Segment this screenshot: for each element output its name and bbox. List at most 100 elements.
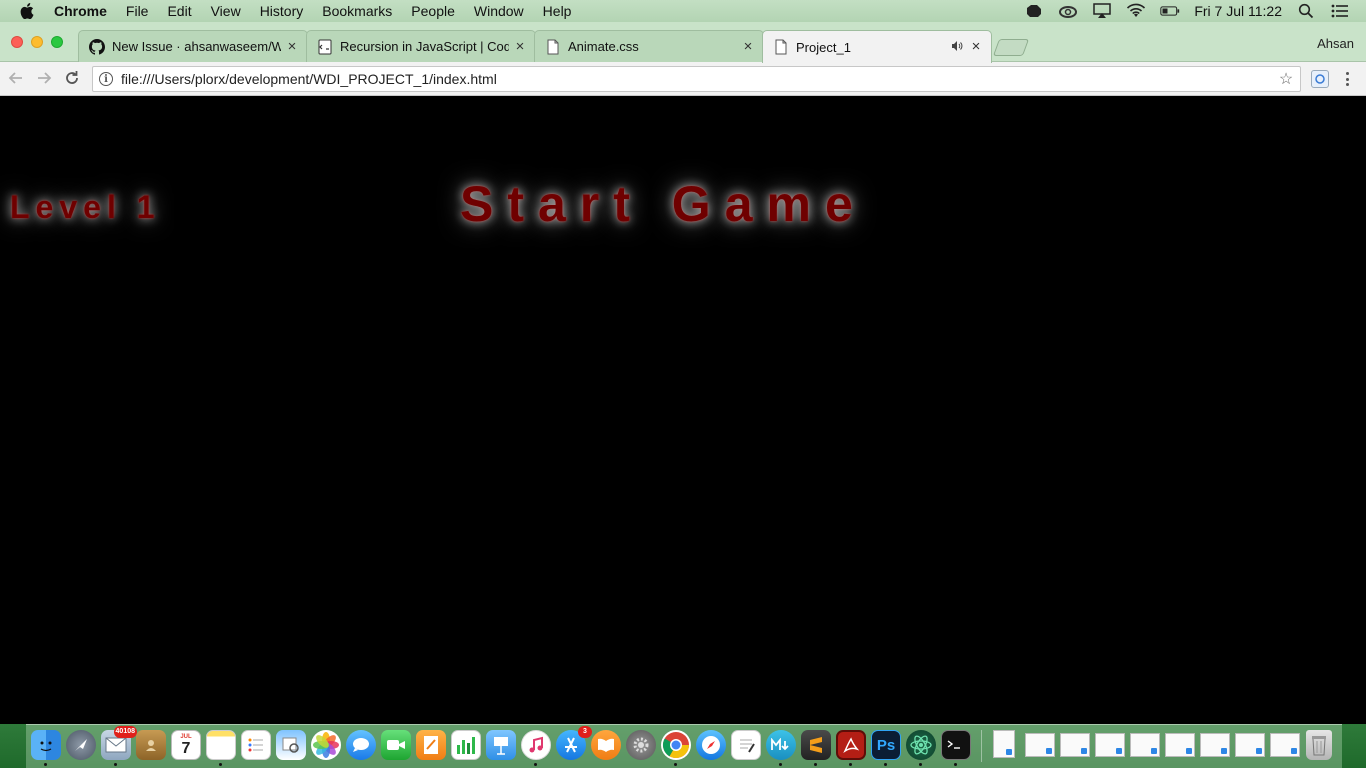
tab-close-icon[interactable]: ×: [741, 38, 755, 55]
screenshot-thumbnail-icon[interactable]: [1270, 733, 1300, 757]
info-icon[interactable]: i: [99, 72, 113, 86]
document-icon: [773, 39, 789, 55]
reminders-icon[interactable]: [241, 730, 271, 760]
messages-icon[interactable]: [346, 730, 376, 760]
menu-app-chrome[interactable]: Chrome: [54, 3, 107, 19]
screenshot-thumbnail-icon[interactable]: [1060, 733, 1090, 757]
screenshot-thumbnail-icon[interactable]: [1025, 733, 1055, 757]
acrobat-icon[interactable]: [836, 730, 866, 760]
photos-icon[interactable]: [311, 730, 341, 760]
wifi-icon[interactable]: [1126, 3, 1146, 18]
keynote-icon[interactable]: [486, 730, 516, 760]
photoshop-icon[interactable]: Ps: [871, 730, 901, 760]
speaker-icon[interactable]: [951, 40, 965, 54]
numbers-icon[interactable]: [451, 730, 481, 760]
window-minimize-button[interactable]: [31, 36, 43, 48]
menu-bar: Chrome File Edit View History Bookmarks …: [0, 0, 1366, 22]
screenshot-thumbnail-icon[interactable]: [1165, 733, 1195, 757]
screenshot-thumbnail-icon[interactable]: [1095, 733, 1125, 757]
mail-badge: 40108: [113, 726, 137, 738]
running-indicator: [849, 763, 852, 766]
launchpad-icon[interactable]: [66, 730, 96, 760]
safari-icon[interactable]: [696, 730, 726, 760]
system-preferences-icon[interactable]: [626, 730, 656, 760]
running-indicator: [954, 763, 957, 766]
reload-icon[interactable]: [62, 68, 82, 88]
profile-button[interactable]: Ahsan: [1317, 36, 1354, 51]
notes-icon[interactable]: [206, 730, 236, 760]
textedit-icon[interactable]: [731, 730, 761, 760]
finder-icon[interactable]: [31, 730, 61, 760]
new-tab-button[interactable]: [992, 39, 1030, 56]
pages-icon[interactable]: [416, 730, 446, 760]
window-close-button[interactable]: [11, 36, 23, 48]
url-text[interactable]: file:///Users/plorx/development/WDI_PROJ…: [121, 71, 1276, 87]
preview-icon[interactable]: [276, 730, 306, 760]
creative-cloud-icon[interactable]: [1058, 4, 1078, 18]
facetime-icon[interactable]: [381, 730, 411, 760]
menubar-clock[interactable]: Fri 7 Jul 11:22: [1194, 3, 1282, 19]
menu-people[interactable]: People: [411, 3, 455, 19]
tab-close-icon[interactable]: ×: [513, 38, 527, 55]
dock: 40108 JUL 7 3 Ps: [0, 724, 1366, 768]
battery-icon[interactable]: [1160, 4, 1180, 18]
running-indicator: [44, 763, 47, 766]
terminal-icon[interactable]: [941, 730, 971, 760]
bookmark-star-icon[interactable]: ☆: [1276, 69, 1296, 89]
menu-view[interactable]: View: [211, 3, 241, 19]
chrome-icon[interactable]: [661, 730, 691, 760]
tab-strip: New Issue · ahsanwaseem/WD × Recursion i…: [0, 22, 1366, 63]
running-indicator: [779, 763, 782, 766]
document-icon[interactable]: [993, 730, 1015, 758]
running-indicator: [919, 763, 922, 766]
document-icon: [545, 39, 561, 55]
appstore-icon[interactable]: 3: [556, 726, 592, 760]
menu-window[interactable]: Window: [474, 3, 524, 19]
contacts-icon[interactable]: [136, 730, 166, 760]
tab-title: Recursion in JavaScript | Code: [340, 39, 509, 54]
tab-title: Project_1: [796, 39, 851, 55]
menu-edit[interactable]: Edit: [167, 3, 191, 19]
tab-close-icon[interactable]: ×: [969, 38, 983, 55]
tab-recursion[interactable]: Recursion in JavaScript | Code ×: [306, 30, 536, 62]
itunes-icon[interactable]: [521, 730, 551, 760]
calendar-icon[interactable]: JUL 7: [171, 730, 201, 760]
tab-project-1[interactable]: Project_1 ×: [762, 30, 992, 63]
spotlight-search-icon[interactable]: [1296, 3, 1316, 19]
running-indicator: [114, 763, 117, 766]
notification-center-icon[interactable]: [1330, 4, 1350, 18]
markdown-icon[interactable]: [766, 730, 796, 760]
tab-new-issue[interactable]: New Issue · ahsanwaseem/WD ×: [78, 30, 308, 62]
atom-icon[interactable]: [906, 730, 936, 760]
evernote-icon[interactable]: [1024, 4, 1044, 18]
apple-icon[interactable]: [20, 3, 38, 19]
window-zoom-button[interactable]: [51, 36, 63, 48]
sublime-text-icon[interactable]: [801, 730, 831, 760]
tab-animate-css[interactable]: Animate.css ×: [534, 30, 764, 62]
menu-bookmarks[interactable]: Bookmarks: [322, 3, 392, 19]
start-game-button[interactable]: Start Game: [460, 175, 867, 233]
screenshot-thumbnail-icon[interactable]: [1130, 733, 1160, 757]
trash-icon[interactable]: [1306, 730, 1332, 760]
page-viewport: Level 1 Start Game: [0, 97, 1366, 724]
tab-close-icon[interactable]: ×: [285, 38, 299, 55]
address-bar[interactable]: i file:///Users/plorx/development/WDI_PR…: [92, 66, 1301, 92]
menu-help[interactable]: Help: [543, 3, 572, 19]
tab-title: New Issue · ahsanwaseem/WD: [112, 39, 281, 54]
screenshot-thumbnail-icon[interactable]: [1200, 733, 1230, 757]
menu-file[interactable]: File: [126, 3, 149, 19]
menu-history[interactable]: History: [260, 3, 304, 19]
codepen-icon: [317, 39, 333, 55]
extension-icon[interactable]: [1311, 70, 1329, 88]
running-indicator: [884, 763, 887, 766]
forward-arrow-icon[interactable]: [34, 68, 54, 88]
browser-toolbar: i file:///Users/plorx/development/WDI_PR…: [0, 62, 1366, 96]
airplay-icon[interactable]: [1092, 3, 1112, 18]
screenshot-thumbnail-icon[interactable]: [1235, 733, 1265, 757]
level-label: Level 1: [10, 189, 161, 225]
back-arrow-icon[interactable]: [6, 68, 26, 88]
mail-icon[interactable]: 40108: [101, 726, 137, 760]
ibooks-icon[interactable]: [591, 730, 621, 760]
chrome-menu-icon[interactable]: [1342, 69, 1352, 89]
calendar-day: 7: [181, 739, 191, 757]
